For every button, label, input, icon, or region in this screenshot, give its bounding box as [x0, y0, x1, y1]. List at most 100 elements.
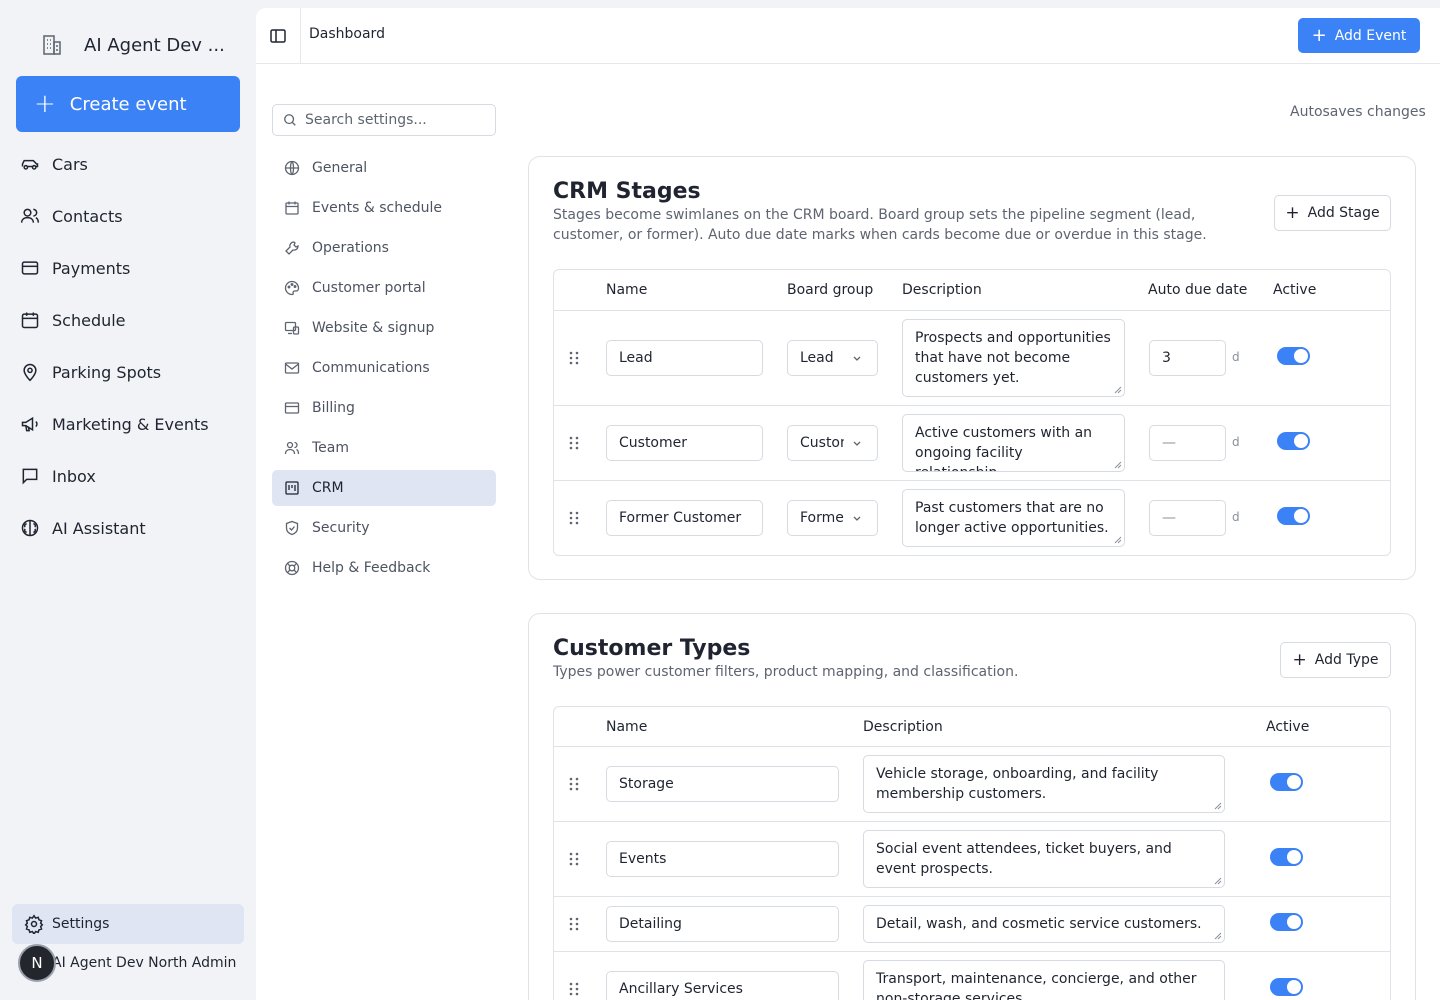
active-toggle[interactable] [1270, 978, 1303, 996]
nav-item-settings[interactable]: Settings [12, 904, 244, 944]
resize-grip-icon[interactable] [1114, 461, 1122, 469]
nav-item-contacts[interactable]: Contacts [20, 190, 240, 242]
type-description-textarea[interactable]: Detail, wash, and cosmetic service custo… [863, 905, 1225, 943]
active-toggle[interactable] [1277, 347, 1310, 365]
toggle-knob [1287, 850, 1301, 864]
sidebar-toggle-icon[interactable] [268, 26, 288, 46]
plus-icon: + [34, 89, 56, 119]
settings-nav-general[interactable]: General [272, 150, 496, 186]
drag-handle-icon[interactable] [568, 511, 580, 525]
column-header: Auto due date [1148, 282, 1248, 298]
nav-item-schedule[interactable]: Schedule [20, 294, 240, 346]
building-icon [43, 35, 61, 55]
board-group-select[interactable]: Former [787, 500, 878, 536]
stage-description-textarea[interactable]: Past customers that are no longer active… [902, 489, 1125, 547]
column-header: Description [863, 719, 943, 735]
settings-nav-crm[interactable]: CRM [272, 470, 496, 506]
settings-nav-team[interactable]: Team [272, 430, 496, 466]
add-event-button[interactable]: + Add Event [1298, 18, 1420, 53]
type-name-input[interactable]: Storage [606, 766, 839, 802]
settings-nav-operations[interactable]: Operations [272, 230, 496, 266]
resize-grip-icon[interactable] [1214, 877, 1222, 885]
nav-label: Cars [52, 154, 88, 174]
nav-item-inbox[interactable]: Inbox [20, 450, 240, 502]
customer-types-card: Customer Types Types power customer filt… [528, 613, 1416, 1000]
auto-due-input[interactable]: — [1149, 425, 1226, 461]
table-row: Ancillary Services Transport, maintenanc… [554, 952, 1390, 1000]
drag-handle-icon[interactable] [568, 777, 580, 791]
stage-description-text: Past customers that are no longer active… [915, 500, 1109, 536]
active-toggle[interactable] [1270, 848, 1303, 866]
nav-label: Payments [52, 258, 131, 278]
board-group-select[interactable]: Lead [787, 340, 878, 376]
drag-handle-icon[interactable] [568, 436, 580, 450]
board-group-select[interactable]: Customer [787, 425, 878, 461]
type-name-input[interactable]: Ancillary Services [606, 971, 839, 1000]
drag-handle-icon[interactable] [568, 982, 580, 996]
create-event-label: Create event [69, 93, 187, 115]
customer-types-table: Name Description Active Storage Vehicle … [553, 706, 1391, 1000]
stage-description-textarea[interactable]: Prospects and opportunities that have no… [902, 319, 1125, 397]
settings-nav-website-signup[interactable]: Website & signup [272, 310, 496, 346]
drag-handle-icon[interactable] [568, 917, 580, 931]
type-description-textarea[interactable]: Vehicle storage, onboarding, and facilit… [863, 755, 1225, 813]
settings-search-input[interactable]: Search settings... [272, 104, 496, 136]
settings-nav-communications[interactable]: Communications [272, 350, 496, 386]
create-event-button[interactable]: + Create event [16, 76, 240, 132]
org-name: AI Agent Dev ... [84, 34, 225, 56]
nav-item-marketing-events[interactable]: Marketing & Events [20, 398, 240, 450]
auto-due-input[interactable]: 3 [1149, 340, 1226, 376]
table-row: Detailing Detail, wash, and cosmetic ser… [554, 897, 1390, 952]
type-name-input[interactable]: Events [606, 841, 839, 877]
due-unit-label: d [1232, 435, 1240, 449]
settings-nav-label: Security [312, 520, 370, 536]
active-toggle[interactable] [1277, 507, 1310, 525]
settings-nav-events-schedule[interactable]: Events & schedule [272, 190, 496, 226]
palette-icon [284, 280, 300, 296]
nav-item-parking-spots[interactable]: Parking Spots [20, 346, 240, 398]
settings-nav-security[interactable]: Security [272, 510, 496, 546]
type-description-textarea[interactable]: Social event attendees, ticket buyers, a… [863, 830, 1225, 888]
nav-item-payments[interactable]: Payments [20, 242, 240, 294]
stage-description-textarea[interactable]: Active customers with an ongoing facilit… [902, 414, 1125, 472]
resize-grip-icon[interactable] [1114, 386, 1122, 394]
resize-grip-icon[interactable] [1114, 536, 1122, 544]
nav-item-cars[interactable]: Cars [20, 138, 240, 190]
drag-handle-icon[interactable] [568, 852, 580, 866]
settings-nav-label: Events & schedule [312, 200, 442, 216]
org-switcher[interactable]: AI Agent Dev ... [40, 32, 225, 58]
auto-due-input[interactable]: — [1149, 500, 1226, 536]
shield-icon [285, 520, 299, 536]
nav-label: Contacts [52, 206, 123, 226]
table-row: Lead Lead Prospects and opportunities th… [554, 311, 1390, 406]
stage-name-input[interactable]: Lead [606, 340, 763, 376]
breadcrumb[interactable]: Dashboard [309, 26, 385, 42]
type-name-input[interactable]: Detailing [606, 906, 839, 942]
stage-name-input[interactable]: Customer [606, 425, 763, 461]
active-toggle[interactable] [1277, 432, 1310, 450]
add-stage-button[interactable]: + Add Stage [1274, 195, 1391, 231]
topbar: Dashboard + Add Event [256, 8, 1440, 64]
plus-icon: + [1292, 649, 1307, 670]
stage-name-input[interactable]: Former Customer [606, 500, 763, 536]
settings-nav-label: Help & Feedback [312, 560, 431, 576]
active-toggle[interactable] [1270, 913, 1303, 931]
add-type-button[interactable]: + Add Type [1280, 642, 1391, 678]
active-toggle[interactable] [1270, 773, 1303, 791]
toggle-knob [1287, 915, 1301, 929]
car-icon [21, 159, 39, 170]
divider [300, 8, 301, 64]
settings-nav-help-feedback[interactable]: Help & Feedback [272, 550, 496, 586]
resize-grip-icon[interactable] [1214, 802, 1222, 810]
settings-nav-billing[interactable]: Billing [272, 390, 496, 426]
resize-grip-icon[interactable] [1214, 932, 1222, 940]
type-description-textarea[interactable]: Transport, maintenance, concierge, and o… [863, 960, 1225, 1000]
settings-nav-customer-portal[interactable]: Customer portal [272, 270, 496, 306]
map-pin-icon [23, 363, 37, 382]
nav-item-ai-assistant[interactable]: AI Assistant [20, 502, 240, 554]
table-row: Storage Vehicle storage, onboarding, and… [554, 747, 1390, 822]
settings-nav-label: General [312, 160, 368, 176]
user-menu[interactable]: N AI Agent Dev North Admin [18, 944, 236, 982]
drag-handle-icon[interactable] [568, 351, 580, 365]
type-description-text: Detail, wash, and cosmetic service custo… [876, 916, 1202, 932]
